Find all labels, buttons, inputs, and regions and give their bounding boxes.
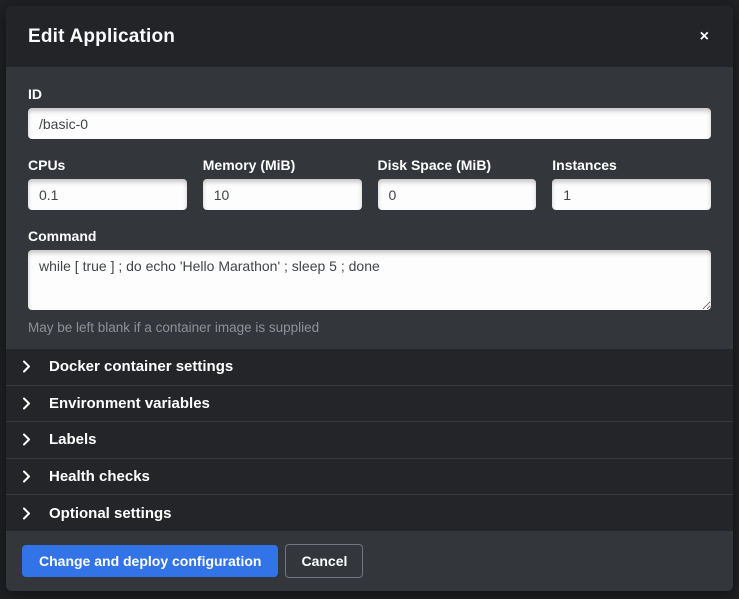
- chevron-right-icon: [22, 507, 40, 519]
- edit-application-modal: Edit Application × ID CPUs Memory (MiB) …: [6, 6, 733, 591]
- disk-field-group: Disk Space (MiB): [378, 157, 537, 210]
- section-label: Labels: [49, 431, 97, 448]
- disk-input[interactable]: [378, 179, 537, 210]
- section-environment-variables[interactable]: Environment variables: [6, 385, 733, 422]
- disk-label: Disk Space (MiB): [378, 157, 537, 173]
- modal-body: ID CPUs Memory (MiB) Disk Space (MiB) In…: [6, 67, 733, 349]
- accordion-sections: Docker container settings Environment va…: [6, 349, 733, 531]
- section-optional-settings[interactable]: Optional settings: [6, 494, 733, 531]
- command-textarea[interactable]: while [ true ] ; do echo 'Hello Marathon…: [28, 250, 711, 310]
- id-field-group: ID: [28, 86, 711, 139]
- resources-row: CPUs Memory (MiB) Disk Space (MiB) Insta…: [28, 157, 711, 210]
- section-health-checks[interactable]: Health checks: [6, 458, 733, 495]
- cpus-label: CPUs: [28, 157, 187, 173]
- memory-field-group: Memory (MiB): [203, 157, 362, 210]
- instances-label: Instances: [552, 157, 711, 173]
- memory-input[interactable]: [203, 179, 362, 210]
- instances-field-group: Instances: [552, 157, 711, 210]
- command-field-group: Command while [ true ] ; do echo 'Hello …: [28, 228, 711, 335]
- section-label: Optional settings: [49, 505, 172, 522]
- section-label: Health checks: [49, 468, 150, 485]
- cpus-input[interactable]: [28, 179, 187, 210]
- chevron-right-icon: [22, 397, 40, 409]
- instances-input[interactable]: [552, 179, 711, 210]
- section-docker-container-settings[interactable]: Docker container settings: [6, 349, 733, 385]
- command-help-text: May be left blank if a container image i…: [28, 320, 711, 335]
- close-icon[interactable]: ×: [696, 25, 713, 49]
- modal-footer: Change and deploy configuration Cancel: [6, 531, 733, 591]
- section-label: Environment variables: [49, 395, 210, 412]
- memory-label: Memory (MiB): [203, 157, 362, 173]
- chevron-right-icon: [22, 434, 40, 446]
- command-label: Command: [28, 228, 711, 244]
- chevron-right-icon: [22, 471, 40, 483]
- chevron-right-icon: [22, 361, 40, 373]
- section-labels[interactable]: Labels: [6, 421, 733, 458]
- id-input[interactable]: [28, 108, 711, 139]
- section-label: Docker container settings: [49, 358, 233, 375]
- id-label: ID: [28, 86, 711, 102]
- change-and-deploy-button[interactable]: Change and deploy configuration: [22, 545, 278, 577]
- cancel-button[interactable]: Cancel: [285, 544, 363, 578]
- modal-header: Edit Application ×: [6, 6, 733, 67]
- page-title: Edit Application: [28, 26, 696, 48]
- cpus-field-group: CPUs: [28, 157, 187, 210]
